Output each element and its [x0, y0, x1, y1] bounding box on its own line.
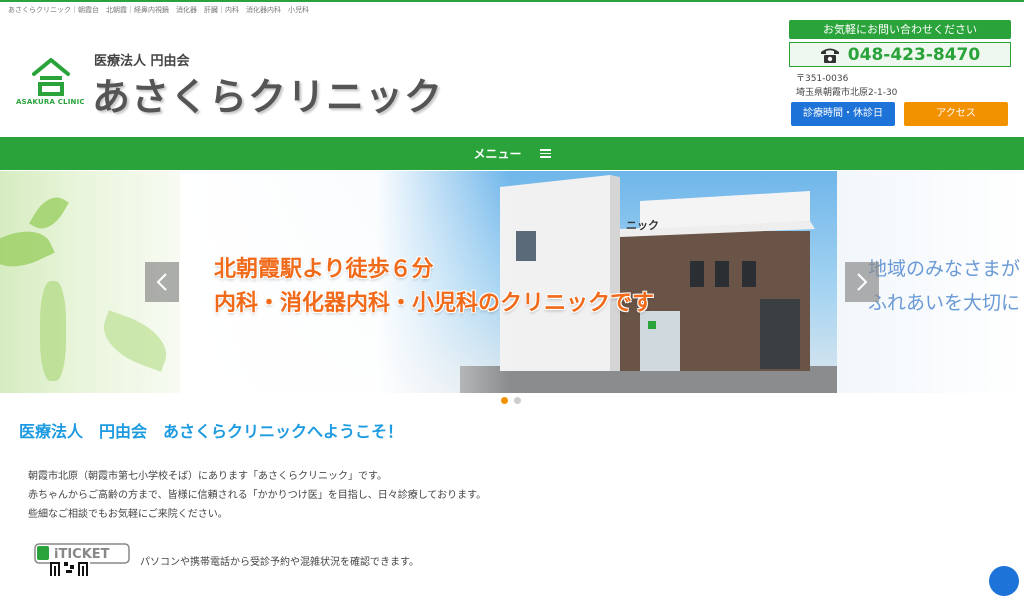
top-accent-line: [0, 0, 1024, 2]
qr-code-image: [50, 562, 90, 576]
hero-slider: ニック 北朝霞駅より徒歩６分 内科・消化器内科・小児科のクリニックです 地域のみ…: [0, 171, 1024, 393]
welcome-title: 医療法人 円由会 あさくらクリニックへようこそ！: [19, 422, 404, 441]
building-sign-text: ニック: [626, 219, 659, 232]
slide-headline-2: 内科・消化器内科・小児科のクリニックです: [214, 291, 655, 316]
intro-text: 朝霞市北原（朝霞市第七小学校そば）にあります「あさくらクリニック」です。 赤ちゃ…: [28, 467, 486, 524]
contact-label: お気軽にお問い合わせください: [789, 20, 1011, 39]
iticket-logo[interactable]: iTICKET: [34, 540, 130, 564]
slider-dot-1[interactable]: [501, 397, 508, 404]
hamburger-menu-icon[interactable]: [539, 149, 551, 158]
menu-label[interactable]: メニュー: [473, 145, 521, 162]
scroll-to-top-button[interactable]: [989, 566, 1019, 596]
intro-line: 些細なご相談でもお気軽にご来院ください。: [28, 509, 228, 520]
clinic-building-slide: ニック 北朝霞駅より徒歩６分 内科・消化器内科・小児科のクリニックです: [180, 171, 837, 393]
intro-line: 赤ちゃんからご高齢の方まで、皆様に信頼される「かかりつけ医」を目指し、日々診療し…: [28, 490, 487, 501]
access-button[interactable]: アクセス: [904, 102, 1008, 126]
address: 埼玉県朝霞市北原2-1-30: [796, 88, 898, 98]
logo-english-text: ASAKURA CLINIC: [16, 98, 85, 106]
phone-box[interactable]: 048-423-8470: [789, 42, 1011, 67]
slide-headline-1: 北朝霞駅より徒歩６分: [214, 257, 434, 282]
house-logo-icon[interactable]: [16, 52, 86, 102]
phone-icon: [820, 48, 839, 63]
slider-dot-2[interactable]: [514, 397, 521, 404]
iticket-logo-text: iTICKET: [54, 547, 110, 562]
next-slide-text-2: ふれあいを大切に: [868, 292, 1021, 314]
next-slide-text-1: 地域のみなさまが: [868, 258, 1021, 280]
slider-dots: [501, 397, 521, 404]
slider-prev-button[interactable]: [145, 262, 179, 302]
postal-code: 〒351-0036: [796, 74, 849, 84]
hours-button[interactable]: 診療時間・休診日: [791, 102, 895, 126]
intro-line: 朝霞市北原（朝霞市第七小学校そば）にあります「あさくらクリニック」です。: [28, 471, 387, 482]
breadcrumb: あさくらクリニック｜朝霞台 北朝霞｜経鼻内視鏡 消化器 肝臓｜内科 消化器内科 …: [8, 6, 309, 14]
iticket-description: パソコンや携帯電話から受診予約や混雑状況を確認できます。: [140, 557, 419, 568]
clinic-name[interactable]: あさくらクリニック: [92, 66, 443, 121]
chevron-left-icon: [156, 273, 167, 291]
menu-bar[interactable]: メニュー: [0, 137, 1024, 170]
phone-number[interactable]: 048-423-8470: [848, 45, 980, 65]
clinic-building-image: ニック: [460, 175, 837, 393]
chevron-right-icon: [857, 273, 868, 291]
slider-next-button[interactable]: [845, 262, 879, 302]
